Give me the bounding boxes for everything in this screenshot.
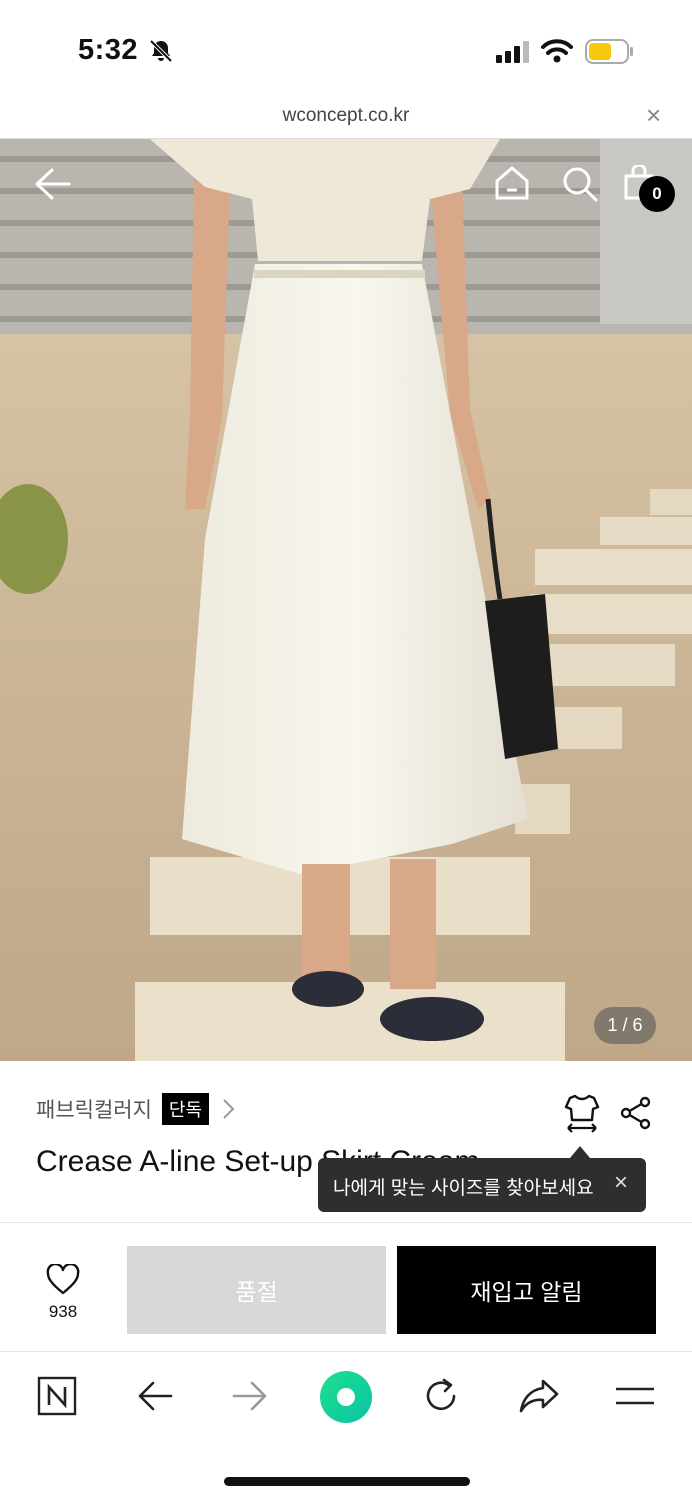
- product-photo: [0, 139, 692, 1061]
- naver-n-icon[interactable]: [37, 1376, 77, 1416]
- size-guide-icon[interactable]: [564, 1093, 600, 1133]
- cart-count-badge[interactable]: 0: [639, 176, 675, 212]
- size-tooltip[interactable]: 나에게 맞는 사이즈를 찾아보세요 ×: [318, 1158, 646, 1212]
- wifi-icon: [541, 39, 573, 63]
- brand-name[interactable]: 패브릭컬러지: [36, 1094, 152, 1124]
- like-count: 938: [48, 1302, 78, 1321]
- brand-row[interactable]: 패브릭컬러지 단독: [36, 1093, 239, 1125]
- forward-icon[interactable]: [232, 1380, 268, 1412]
- soldout-button[interactable]: 품절: [127, 1246, 386, 1334]
- back-arrow-icon[interactable]: [34, 167, 72, 201]
- share-icon[interactable]: [619, 1096, 653, 1130]
- close-icon[interactable]: ×: [646, 100, 661, 131]
- status-time: 5:32: [78, 34, 139, 66]
- share-arrow-icon[interactable]: [518, 1378, 560, 1414]
- status-bar: 5:32: [0, 0, 692, 100]
- product-image[interactable]: [0, 139, 692, 1061]
- url-bar[interactable]: wconcept.co.kr ×: [0, 96, 692, 139]
- home-indicator[interactable]: [224, 1477, 470, 1486]
- chevron-right-icon[interactable]: [217, 1096, 239, 1122]
- menu-icon[interactable]: [614, 1384, 656, 1410]
- url-text[interactable]: wconcept.co.kr: [0, 105, 692, 127]
- reload-icon[interactable]: [423, 1377, 461, 1415]
- tooltip-arrow: [570, 1146, 590, 1158]
- battery-icon: [585, 39, 633, 64]
- green-dot-icon[interactable]: [319, 1370, 373, 1424]
- image-counter: 1 / 6: [594, 1007, 656, 1044]
- bell-slash-icon: [149, 39, 173, 63]
- exclusive-badge: 단독: [161, 1093, 210, 1125]
- heart-icon[interactable]: [46, 1264, 80, 1296]
- restock-alert-button[interactable]: 재입고 알림: [397, 1246, 656, 1334]
- search-icon[interactable]: [561, 165, 599, 203]
- home-icon[interactable]: [494, 165, 530, 201]
- back-icon[interactable]: [137, 1380, 173, 1412]
- signal-icon: [496, 41, 529, 63]
- tooltip-text[interactable]: 나에게 맞는 사이즈를 찾아보세요: [333, 1173, 594, 1200]
- close-icon[interactable]: ×: [614, 1169, 628, 1197]
